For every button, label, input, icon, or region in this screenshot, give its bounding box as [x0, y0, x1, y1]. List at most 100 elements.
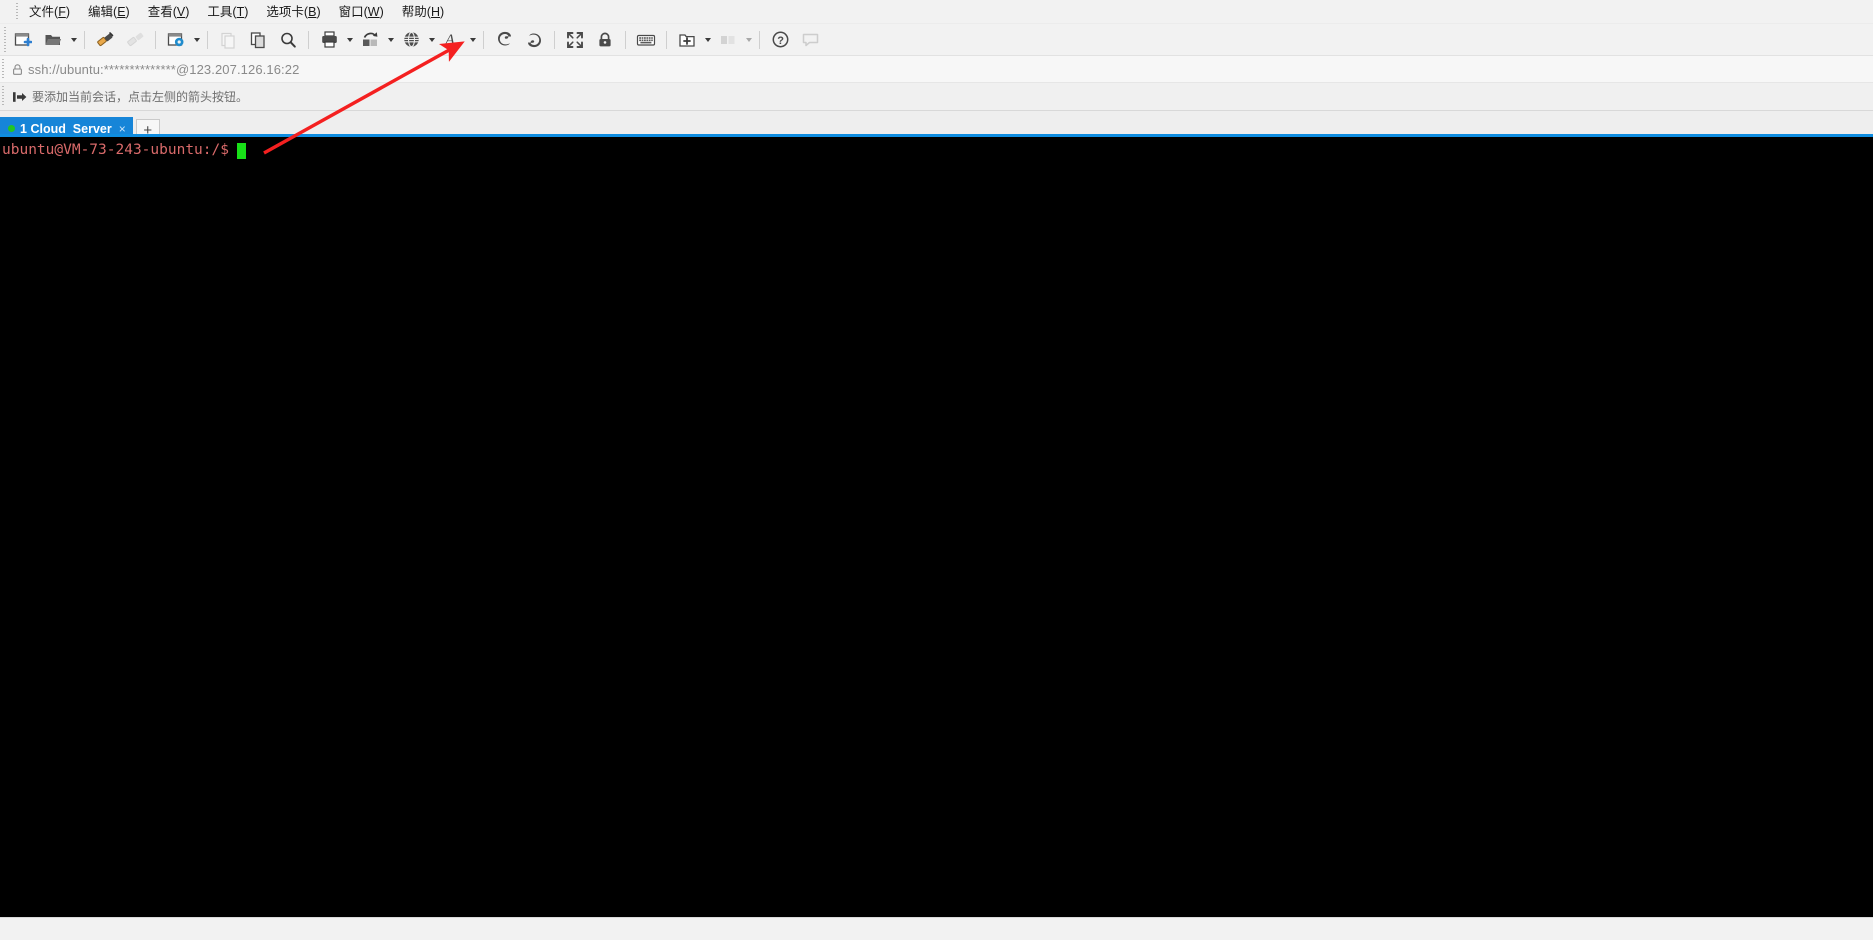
session-properties-button[interactable]	[162, 26, 190, 54]
layout-caret[interactable]	[743, 27, 754, 53]
toolbar: A ?	[0, 24, 1873, 56]
menu-item-window-accel: W	[367, 4, 380, 19]
menu-item-tools-text: 工具	[207, 4, 233, 19]
find-button[interactable]	[274, 26, 302, 54]
layout-button[interactable]	[714, 26, 742, 54]
menu-item-edit-accel: E	[117, 4, 126, 19]
add-folder-button[interactable]	[673, 26, 701, 54]
print-caret[interactable]	[344, 27, 355, 53]
terminal-prompt: ubuntu@VM-73-243-ubuntu:/$	[2, 142, 229, 158]
status-bar	[0, 917, 1873, 940]
toolbar-separator-2	[155, 30, 156, 49]
address-input[interactable]: ssh://ubuntu:**************@123.207.126.…	[28, 62, 299, 77]
layout-grid-icon	[721, 35, 735, 44]
open-session-button[interactable]	[39, 26, 67, 54]
chevron-down-icon	[745, 37, 752, 42]
xshell-window: 文件(F) 编辑(E) 查看(V) 工具(T) 选项卡(B) 窗口(W) 帮助(…	[0, 0, 1873, 940]
encoding-caret[interactable]	[426, 27, 437, 53]
font-a-icon: A	[444, 32, 455, 49]
chevron-down-icon	[193, 37, 200, 42]
session-properties-caret[interactable]	[191, 27, 202, 53]
menu-item-edit-text: 编辑	[88, 4, 114, 19]
svg-text:?: ?	[777, 35, 784, 47]
feedback-button[interactable]	[796, 26, 824, 54]
toolbar-separator-3	[207, 30, 208, 49]
lock-button[interactable]	[591, 26, 619, 54]
plug-connect-icon	[96, 32, 113, 47]
chat-bubble-icon	[802, 33, 818, 47]
fullscreen-button[interactable]	[561, 26, 589, 54]
notification-text: 要添加当前会话，点击左侧的箭头按钮。	[32, 90, 249, 104]
xftp-button[interactable]	[520, 26, 548, 54]
cut-page-icon	[221, 32, 235, 49]
xftp-spiral-icon	[527, 33, 541, 48]
chevron-down-icon	[428, 37, 435, 42]
help-circle-icon: ?	[772, 31, 788, 48]
help-button[interactable]: ?	[766, 26, 794, 54]
menu-item-help-accel: H	[430, 4, 440, 19]
keyboard-button[interactable]	[632, 26, 660, 54]
globe-icon	[403, 31, 419, 48]
connect-button[interactable]	[91, 26, 119, 54]
folder-open-icon	[45, 34, 62, 45]
copy-icon	[250, 31, 265, 48]
chevron-down-icon	[346, 37, 353, 42]
new-session-button[interactable]	[9, 26, 37, 54]
new-window-icon	[14, 32, 32, 46]
fullscreen-icon	[567, 31, 583, 48]
menu-item-help[interactable]: 帮助(H)	[393, 2, 453, 22]
address-bar[interactable]: ssh://ubuntu:**************@123.207.126.…	[0, 56, 1873, 83]
toolbar-separator-7	[625, 30, 626, 49]
transfer-caret[interactable]	[385, 27, 396, 53]
tab-bar: 1 Cloud_Server × +	[0, 111, 1873, 140]
add-folder-caret[interactable]	[702, 27, 713, 53]
terminal-view[interactable]: ubuntu@VM-73-243-ubuntu:/$	[0, 137, 1873, 917]
open-session-caret[interactable]	[68, 27, 79, 53]
toolbar-separator-1	[84, 30, 85, 49]
print-button[interactable]	[315, 26, 343, 54]
menu-item-file[interactable]: 文件(F)	[20, 2, 79, 22]
add-folder-icon	[679, 33, 695, 47]
toolbar-separator-6	[554, 30, 555, 49]
printer-icon	[321, 31, 337, 48]
menu-item-file-accel: F	[58, 4, 66, 19]
lock-icon	[12, 63, 22, 75]
encoding-button[interactable]	[397, 26, 425, 54]
menu-bar: 文件(F) 编辑(E) 查看(V) 工具(T) 选项卡(B) 窗口(W) 帮助(…	[0, 0, 1873, 24]
menu-item-view-text: 查看	[147, 4, 173, 19]
notification-icon-wrap[interactable]	[6, 90, 32, 104]
chevron-down-icon	[704, 37, 711, 42]
menu-item-tools-accel: T	[236, 4, 245, 19]
menu-item-window[interactable]: 窗口(W)	[330, 2, 393, 22]
menu-item-tabs-text: 选项卡	[266, 4, 304, 19]
menu-item-tabs[interactable]: 选项卡(B)	[257, 2, 329, 22]
toolbar-separator-9	[759, 30, 760, 49]
menu-item-tools[interactable]: 工具(T)	[198, 2, 257, 22]
tab-close-icon[interactable]: ×	[119, 123, 126, 135]
toolbar-separator-5	[483, 30, 484, 49]
keyboard-icon	[636, 34, 656, 46]
menu-item-edit[interactable]: 编辑(E)	[79, 2, 139, 22]
tab-status-dot-icon	[8, 125, 15, 132]
font-caret[interactable]	[467, 27, 478, 53]
transfer-button[interactable]	[356, 26, 384, 54]
toolbar-separator-4	[308, 30, 309, 49]
file-transfer-icon	[362, 32, 377, 46]
menu-item-help-text: 帮助	[401, 4, 427, 19]
cut-button[interactable]	[214, 26, 242, 54]
font-button[interactable]: A	[438, 26, 466, 54]
disconnect-button[interactable]	[121, 26, 149, 54]
sftp-spiral-icon	[497, 31, 511, 46]
menu-item-window-text: 窗口	[338, 4, 364, 19]
notification-bar: 要添加当前会话，点击左侧的箭头按钮。	[0, 83, 1873, 111]
svg-text:A: A	[444, 32, 455, 49]
chevron-down-icon	[70, 37, 77, 42]
arrow-into-folder-icon	[12, 91, 26, 102]
menu-item-tabs-accel: B	[308, 4, 317, 19]
sftp-button[interactable]	[490, 26, 518, 54]
toolbar-grip[interactable]	[2, 24, 8, 55]
copy-paste-button[interactable]	[244, 26, 272, 54]
magnifier-icon	[281, 32, 296, 48]
menu-item-view[interactable]: 查看(V)	[139, 2, 199, 22]
terminal-cursor	[236, 142, 246, 159]
